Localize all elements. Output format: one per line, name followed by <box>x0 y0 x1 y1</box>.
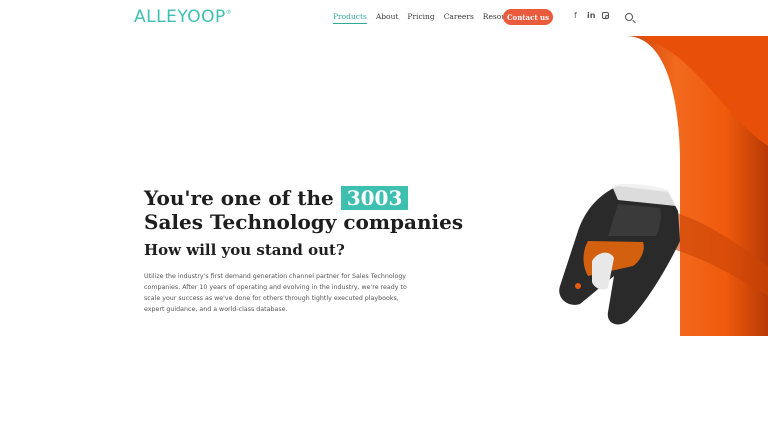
linkedin-icon[interactable]: in <box>587 11 595 20</box>
contact-us-button[interactable]: Contact us <box>503 9 553 25</box>
hero-title-line1: You're one of the 3003 <box>144 186 463 210</box>
nav-item-careers[interactable]: Careers <box>444 12 474 24</box>
site-header: ALLEYOOP® Products About Pricing Careers… <box>0 0 768 36</box>
product-image <box>559 36 768 336</box>
facebook-icon[interactable]: f <box>574 11 577 20</box>
nav-item-about[interactable]: About <box>376 12 399 24</box>
registered-mark: ® <box>225 9 233 16</box>
hero-title-prefix: You're one of the <box>144 186 334 210</box>
nav-item-products[interactable]: Products <box>333 12 367 24</box>
hero-subheading: How will you stand out? <box>144 241 345 259</box>
alleyoop-logo[interactable]: ALLEYOOP® <box>134 7 232 27</box>
main-nav: Products About Pricing Careers Resources <box>333 12 531 24</box>
logo-text: ALLEYOOP <box>134 7 226 27</box>
company-count-highlight: 3003 <box>340 186 409 210</box>
hero-body-text: Utilize the industry's first demand gene… <box>144 273 407 313</box>
hero-title: You're one of the 3003 Sales Technology … <box>144 186 463 234</box>
instagram-icon[interactable] <box>602 12 609 19</box>
hero-title-line2: Sales Technology companies <box>144 210 464 234</box>
nav-item-pricing[interactable]: Pricing <box>407 12 434 24</box>
search-icon[interactable] <box>625 13 633 21</box>
